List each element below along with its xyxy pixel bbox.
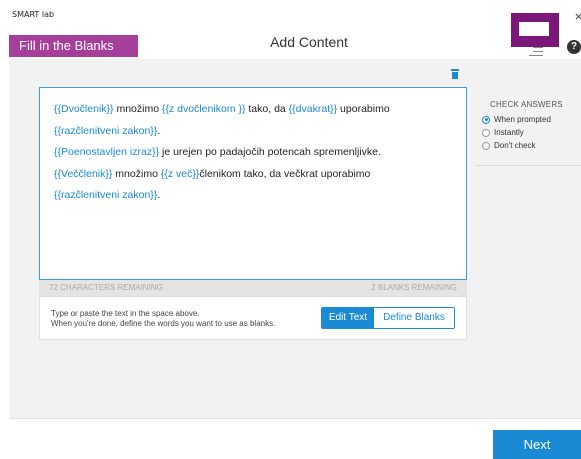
editor-paragraph: {{Poenostavljen izraz}} je urejen po pad… xyxy=(54,142,452,164)
editor-text: . xyxy=(157,189,161,201)
divider xyxy=(9,418,581,419)
radio-label: When prompted xyxy=(494,115,551,124)
check-answers-title: CHECK ANSWERS xyxy=(490,100,563,109)
instructions-line-2: When you're done, define the words you w… xyxy=(51,319,276,328)
radio-dont-check[interactable]: Don't check xyxy=(482,141,536,150)
page-title: Add Content xyxy=(270,34,348,50)
blank-token: {{razčlenitveni zakon}} xyxy=(54,189,158,201)
smart-lab-logo-icon xyxy=(511,13,559,47)
characters-remaining: 72 CHARACTERS REMAINING xyxy=(49,283,163,292)
edit-text-button[interactable]: Edit Text xyxy=(322,308,374,328)
header-bar: Fill in the Blanks Add Content xyxy=(9,35,581,57)
radio-when-prompted[interactable]: When prompted xyxy=(482,115,551,124)
editor-paragraph: {{Dvočlenik}} množimo {{z dvočlenikom }}… xyxy=(54,99,452,121)
editor-paragraph: {{razčlenitveni zakon}}. xyxy=(54,121,452,143)
editor-text: tako, da xyxy=(245,103,289,115)
blank-token: {{Poenostavljen izraz}} xyxy=(54,146,160,158)
radio-button[interactable] xyxy=(482,115,490,124)
editor-text: je urejen po padajočih potencah spremenl… xyxy=(159,146,381,158)
help-icon[interactable]: ? xyxy=(567,40,581,54)
mode-toggle: Edit Text Define Blanks xyxy=(321,307,455,329)
blank-token: {{razčlenitveni zakon}} xyxy=(54,124,158,137)
editor-paragraph: {{Veččlenik}} množimo {{z več}}členikom … xyxy=(54,164,452,186)
radio-instantly[interactable]: Instantly xyxy=(482,128,524,137)
instructions-text: Type or paste the text in the space abov… xyxy=(51,309,275,329)
blank-token: {{z dvočlenikom }} xyxy=(161,103,246,115)
radio-button[interactable] xyxy=(482,128,490,137)
content-editor[interactable]: {{Dvočlenik}} množimo {{z dvočlenikom }}… xyxy=(39,87,467,280)
hamburger-menu-icon[interactable] xyxy=(529,47,543,56)
app-title: SMART lab xyxy=(12,10,55,19)
editor-text: . xyxy=(157,124,161,137)
blank-token: {{Dvočlenik}} xyxy=(54,103,114,115)
editor-text: množimo xyxy=(112,167,161,180)
editor-paragraph: {{razčlenitveni zakon}}. xyxy=(54,185,452,207)
instructions-line-1: Type or paste the text in the space abov… xyxy=(51,309,200,318)
editor-text: členikom tako, da večkrat uporabimo xyxy=(199,167,371,180)
blanks-remaining: 2 BLANKS REMAINING xyxy=(371,283,457,292)
counter-bar: 72 CHARACTERS REMAINING 2 BLANKS REMAINI… xyxy=(39,280,467,296)
radio-label: Instantly xyxy=(494,128,524,137)
blank-token: {{z več}} xyxy=(160,167,200,180)
blank-token: {{Veččlenik}} xyxy=(54,167,113,180)
blank-token: {{dvakrat}} xyxy=(288,103,338,115)
activity-type-label: Fill in the Blanks xyxy=(9,35,138,57)
radio-label: Don't check xyxy=(494,141,536,150)
divider xyxy=(475,165,581,166)
instructions-panel: Type or paste the text in the space abov… xyxy=(39,296,467,340)
trash-icon[interactable] xyxy=(451,69,459,79)
next-button[interactable]: Next xyxy=(493,430,581,459)
radio-button[interactable] xyxy=(482,141,490,150)
editor-text: množimo xyxy=(113,103,162,115)
editor-text: uporabimo xyxy=(337,103,390,115)
close-icon[interactable]: × xyxy=(574,10,581,23)
define-blanks-button[interactable]: Define Blanks xyxy=(374,308,454,328)
